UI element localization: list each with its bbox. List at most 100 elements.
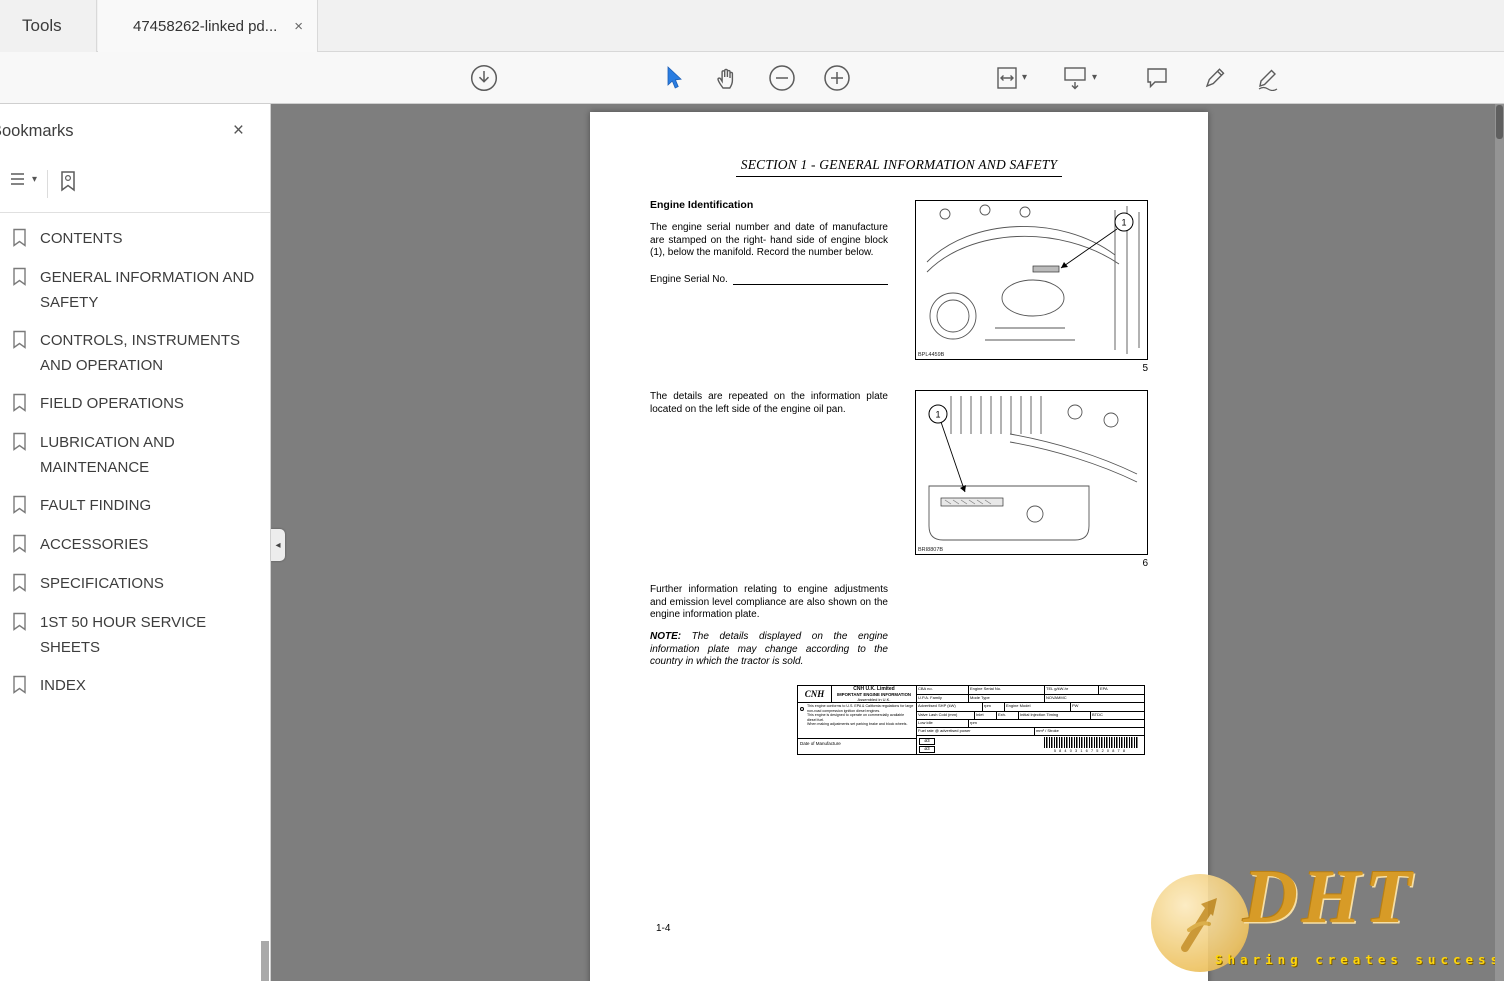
figure2-photo-code: BRI8807B [918, 547, 944, 553]
scroll-mode-icon [1064, 67, 1086, 90]
plate-cell: PW [1072, 703, 1079, 709]
note-paragraph: NOTE: The details displayed on the engin… [650, 631, 888, 669]
cnh-logo: CNH [798, 686, 832, 702]
plate-cell: U.P.A. Family [917, 695, 969, 703]
engine-information-plate: CNH CNH U.K. Limited IMPORTANT ENGINE IN… [797, 685, 1145, 755]
plate-cell: TEL g/kW-hr [1045, 686, 1099, 695]
engine-serial-label: Engine Serial No. [650, 274, 728, 285]
pdf-page: SECTION 1 - GENERAL INFORMATION AND SAFE… [590, 112, 1208, 981]
figure-oil-pan: 1 BRI8807B [915, 390, 1148, 555]
section-header: SECTION 1 - GENERAL INFORMATION AND SAFE… [590, 156, 1208, 177]
panel-divider [0, 212, 270, 213]
plate-cell: mm³ / Stroke [1036, 728, 1059, 734]
options-list-icon [11, 173, 24, 185]
bookmark-item-index[interactable]: INDEX [12, 673, 260, 699]
bookmark-item-lubrication-maintenance[interactable]: LUBRICATION AND MAINTENANCE [12, 430, 260, 480]
bookmarks-panel-title: Bookmarks [0, 122, 74, 140]
note-body: The details displayed on the engine info… [650, 631, 888, 668]
bookmark-item-service-sheets[interactable]: 1ST 50 HOUR SERVICE SHEETS [12, 610, 260, 660]
plate-barcode [1044, 737, 1138, 749]
highlight-button[interactable] [1198, 62, 1232, 94]
bookmark-badge-icon [61, 171, 75, 192]
panel-close-button[interactable]: × [233, 120, 244, 142]
fit-width-icon [997, 67, 1017, 89]
plate-cell: Low idle [917, 720, 969, 728]
zoom-in-button[interactable] [820, 62, 854, 94]
plate-cell: rpm [983, 703, 1005, 711]
plate-cell: Valve Lash Cold (mm) [917, 711, 975, 720]
scroll-mode-caret-icon[interactable]: ▾ [1092, 72, 1097, 83]
bookmarks-panel: Bookmarks × ▾ CONTENTS GENERAL INFORMATI… [0, 104, 271, 981]
page-footer-number: 1-4 [656, 923, 671, 934]
plate-cell: Initial Injection Timing [1019, 711, 1091, 720]
bookmark-icon [12, 265, 27, 315]
bookmark-icon [12, 493, 27, 519]
document-scrollbar[interactable] [1495, 104, 1504, 981]
bookmark-item-accessories[interactable]: ACCESSORIES [12, 532, 260, 558]
watermark-tagline: Sharing creates success [1215, 952, 1504, 967]
plus-icon [824, 65, 850, 91]
zoom-out-button[interactable] [765, 62, 799, 94]
bookmarks-options-button[interactable]: ▾ [8, 170, 37, 188]
bookmark-icon [12, 610, 27, 660]
plate-cell: CBA no. [917, 686, 969, 695]
plate-regulations: This engine conforms to U.S. EPA & Calif… [798, 703, 916, 739]
plate-cell: EPA [1100, 686, 1108, 691]
bookmark-icon [12, 571, 27, 597]
plate-date-of-manufacture: Date of Manufacture [800, 741, 841, 746]
bookmark-list: CONTENTS GENERAL INFORMATION AND SAFETY … [12, 226, 260, 699]
figure-engine-block: 1 BPL4459B [915, 200, 1148, 360]
download-button[interactable] [467, 62, 501, 94]
note-label: NOTE: [650, 631, 682, 642]
plate-cell: Fuel rate @ advertised power [917, 728, 1035, 736]
engine-identification-heading: Engine Identification [650, 199, 754, 211]
watermark: DHT Sharing creates success [1151, 852, 1504, 981]
toolbar-divider [47, 170, 48, 198]
bookmark-item-field-operations[interactable]: FIELD OPERATIONS [12, 391, 260, 417]
expand-bookmark-button[interactable] [58, 170, 78, 192]
figure2-number: 6 [1142, 558, 1148, 569]
plate-cell: Mode Type [969, 695, 1045, 703]
bookmark-icon [12, 226, 27, 252]
bookmarks-toolbar: ▾ [0, 162, 270, 208]
download-icon [470, 64, 498, 92]
engine-serial-blank-line [732, 274, 888, 285]
select-tool-button[interactable] [656, 62, 690, 94]
tab-tools-label: Tools [22, 16, 62, 35]
figure2-callout: 1 [935, 410, 940, 420]
scroll-mode-button[interactable] [1058, 62, 1092, 94]
bookmark-icon [12, 430, 27, 480]
tab-tools[interactable]: Tools [0, 0, 97, 52]
minus-icon [769, 65, 795, 91]
dht-logo-text: DHT [1243, 855, 1416, 939]
comment-button[interactable] [1140, 62, 1174, 94]
sidebar-scrollbar-thumb[interactable] [261, 941, 269, 981]
fit-width-button[interactable] [990, 62, 1024, 94]
bookmark-icon [12, 391, 27, 417]
fit-width-caret-icon[interactable]: ▾ [1022, 72, 1027, 83]
comment-icon [1147, 68, 1167, 89]
sidebar-collapse-handle[interactable]: ◂ [271, 529, 285, 561]
bookmark-item-specifications[interactable]: SPECIFICATIONS [12, 571, 260, 597]
bookmark-item-general-information[interactable]: GENERAL INFORMATION AND SAFETY [12, 265, 260, 315]
plate-assembled: Assembled in U.K. [857, 696, 891, 702]
plate-diameter-value: ø3 [919, 737, 935, 745]
tab-document[interactable]: 47458262-linked pd... × [98, 0, 318, 52]
document-scrollbar-thumb[interactable] [1496, 105, 1503, 139]
plate-cell: Advertised SHP (kW) [917, 703, 983, 711]
hand-tool-button[interactable] [710, 62, 744, 94]
plate-cell: Engine Serial No. [969, 686, 1045, 695]
tab-close-icon[interactable]: × [294, 18, 303, 35]
figure1-number: 5 [1142, 363, 1148, 374]
engine-serial-row: Engine Serial No. [650, 274, 888, 285]
tab-bar: Tools 47458262-linked pd... × [0, 0, 1504, 52]
paragraph-information-plate: The details are repeated on the informat… [650, 391, 888, 415]
bookmark-item-controls-instruments[interactable]: CONTROLS, INSTRUMENTS AND OPERATION [12, 328, 260, 378]
sign-button[interactable] [1252, 62, 1286, 94]
bookmark-item-contents[interactable]: CONTENTS [12, 226, 260, 252]
plate-cell: rpm [970, 720, 977, 726]
plate-diameter-value: ø3 [919, 745, 935, 753]
highlight-pen-icon [1205, 68, 1225, 88]
bookmark-item-fault-finding[interactable]: FAULT FINDING [12, 493, 260, 519]
cursor-icon [667, 66, 682, 89]
